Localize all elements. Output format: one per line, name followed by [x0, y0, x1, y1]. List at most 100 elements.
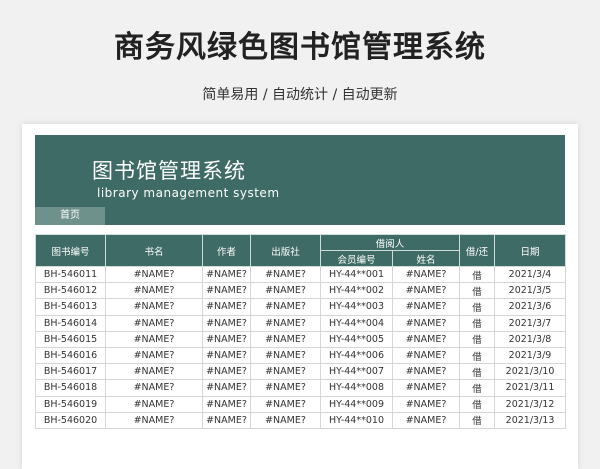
cell-name[interactable]: #NAME?: [391, 265, 461, 284]
cell-author[interactable]: #NAME?: [202, 265, 251, 284]
cell-member-no[interactable]: HY-44**004: [320, 314, 393, 332]
table-row[interactable]: BH-546020 #NAME? #NAME? #NAME? HY-44**010 #NA…: [35, 411, 567, 429]
cell-publisher[interactable]: #NAME?: [250, 363, 321, 381]
table-row[interactable]: BH-546013 #NAME? #NAME? #NAME? HY-44**003 #NA…: [35, 298, 567, 316]
cell-name[interactable]: #NAME?: [391, 314, 461, 332]
cell-date[interactable]: 2021/3/8: [494, 330, 567, 348]
cell-borrow-return[interactable]: 借: [459, 363, 496, 381]
home-tab[interactable]: 首页: [35, 207, 105, 225]
cell-book-no[interactable]: BH-546019: [35, 395, 106, 413]
cell-publisher[interactable]: #NAME?: [250, 265, 321, 284]
header-borrow-return: 借/还: [459, 234, 496, 267]
cell-book-no[interactable]: BH-546018: [35, 379, 106, 397]
cell-author[interactable]: #NAME?: [202, 314, 251, 332]
cell-borrow-return[interactable]: 借: [459, 379, 496, 397]
cell-borrow-return[interactable]: 借: [459, 298, 496, 316]
cell-author[interactable]: #NAME?: [202, 282, 251, 300]
cell-title[interactable]: #NAME?: [105, 314, 203, 332]
cell-title[interactable]: #NAME?: [105, 282, 203, 300]
cell-title[interactable]: #NAME?: [105, 330, 203, 348]
cell-date[interactable]: 2021/3/12: [494, 395, 567, 413]
cell-date[interactable]: 2021/3/7: [494, 314, 567, 332]
table-header-row: 图书编号 书名 作者 出版社 借阅人 借/还 日期: [35, 234, 567, 267]
table-row[interactable]: BH-546017 #NAME? #NAME? #NAME? HY-44**007 #NA…: [35, 363, 567, 381]
cell-author[interactable]: #NAME?: [202, 379, 251, 397]
header-author: 作者: [202, 234, 251, 267]
cell-book-no[interactable]: BH-546017: [35, 363, 106, 381]
cell-name[interactable]: #NAME?: [391, 330, 461, 348]
cell-date[interactable]: 2021/3/5: [494, 282, 567, 300]
cell-borrow-return[interactable]: 借: [459, 330, 496, 348]
cell-book-no[interactable]: BH-546015: [35, 330, 106, 348]
cell-author[interactable]: #NAME?: [202, 346, 251, 365]
cell-date[interactable]: 2021/3/13: [494, 411, 567, 429]
cell-member-no[interactable]: HY-44**001: [320, 265, 393, 284]
cell-book-no[interactable]: BH-546016: [35, 346, 106, 365]
cell-title[interactable]: #NAME?: [105, 265, 203, 284]
cell-member-no[interactable]: HY-44**003: [320, 298, 393, 316]
cell-borrow-return[interactable]: 借: [459, 346, 496, 365]
cell-title[interactable]: #NAME?: [105, 379, 203, 397]
cell-borrow-return[interactable]: 借: [459, 411, 496, 429]
cell-author[interactable]: #NAME?: [202, 411, 251, 429]
cell-title[interactable]: #NAME?: [105, 298, 203, 316]
cell-date[interactable]: 2021/3/11: [494, 379, 567, 397]
cell-member-no[interactable]: HY-44**006: [320, 346, 393, 365]
cell-name[interactable]: #NAME?: [391, 363, 461, 381]
cell-publisher[interactable]: #NAME?: [250, 298, 321, 316]
cell-title[interactable]: #NAME?: [105, 395, 203, 413]
cell-name[interactable]: #NAME?: [391, 346, 461, 365]
cell-date[interactable]: 2021/3/10: [494, 363, 567, 381]
spreadsheet-sheet: 图书馆管理系统 library management system 首页 图书编…: [22, 124, 578, 469]
cell-book-no[interactable]: BH-546013: [35, 298, 106, 316]
page-subtitle: 简单易用 / 自动统计 / 自动更新: [202, 87, 398, 103]
cell-borrow-return[interactable]: 借: [459, 314, 496, 332]
cell-title[interactable]: #NAME?: [105, 363, 203, 381]
cell-borrow-return[interactable]: 借: [459, 282, 496, 300]
cell-member-no[interactable]: HY-44**007: [320, 363, 393, 381]
cell-title[interactable]: #NAME?: [105, 411, 203, 429]
cell-author[interactable]: #NAME?: [202, 330, 251, 348]
cell-member-no[interactable]: HY-44**008: [320, 379, 393, 397]
cell-name[interactable]: #NAME?: [391, 379, 461, 397]
cell-publisher[interactable]: #NAME?: [250, 330, 321, 348]
table-row[interactable]: BH-546018 #NAME? #NAME? #NAME? HY-44**008 #NA…: [35, 379, 567, 397]
cell-author[interactable]: #NAME?: [202, 363, 251, 381]
header-name: 姓名: [391, 250, 461, 267]
cell-name[interactable]: #NAME?: [391, 395, 461, 413]
banner-subtitle: library management system: [97, 186, 280, 200]
cell-title[interactable]: #NAME?: [105, 346, 203, 365]
cell-book-no[interactable]: BH-546012: [35, 282, 106, 300]
table-row[interactable]: BH-546011 #NAME? #NAME? #NAME? HY-44**001 #NA…: [35, 265, 567, 284]
cell-name[interactable]: #NAME?: [391, 282, 461, 300]
cell-publisher[interactable]: #NAME?: [250, 379, 321, 397]
cell-member-no[interactable]: HY-44**005: [320, 330, 393, 348]
cell-borrow-return[interactable]: 借: [459, 265, 496, 284]
book-table: 图书编号 书名 作者 出版社 借阅人 借/还 日期 会员编号 姓名 BH-546…: [35, 234, 567, 429]
cell-date[interactable]: 2021/3/4: [494, 265, 567, 284]
cell-publisher[interactable]: #NAME?: [250, 282, 321, 300]
header-publisher: 出版社: [250, 234, 321, 267]
cell-publisher[interactable]: #NAME?: [250, 346, 321, 365]
table-row[interactable]: BH-546014 #NAME? #NAME? #NAME? HY-44**004 #NA…: [35, 314, 567, 332]
table-row[interactable]: BH-546019 #NAME? #NAME? #NAME? HY-44**009 #NA…: [35, 395, 567, 413]
table-row[interactable]: BH-546016 #NAME? #NAME? #NAME? HY-44**006 #NA…: [35, 346, 567, 365]
cell-name[interactable]: #NAME?: [391, 411, 461, 429]
cell-book-no[interactable]: BH-546020: [35, 411, 106, 429]
cell-name[interactable]: #NAME?: [391, 298, 461, 316]
cell-author[interactable]: #NAME?: [202, 298, 251, 316]
cell-book-no[interactable]: BH-546011: [35, 265, 106, 284]
cell-member-no[interactable]: HY-44**009: [320, 395, 393, 413]
cell-book-no[interactable]: BH-546014: [35, 314, 106, 332]
cell-date[interactable]: 2021/3/9: [494, 346, 567, 365]
cell-author[interactable]: #NAME?: [202, 395, 251, 413]
cell-date[interactable]: 2021/3/6: [494, 298, 567, 316]
table-row[interactable]: BH-546012 #NAME? #NAME? #NAME? HY-44**002 #NA…: [35, 282, 567, 300]
cell-member-no[interactable]: HY-44**010: [320, 411, 393, 429]
cell-publisher[interactable]: #NAME?: [250, 314, 321, 332]
cell-publisher[interactable]: #NAME?: [250, 411, 321, 429]
table-row[interactable]: BH-546015 #NAME? #NAME? #NAME? HY-44**005 #NA…: [35, 330, 567, 348]
cell-member-no[interactable]: HY-44**002: [320, 282, 393, 300]
cell-borrow-return[interactable]: 借: [459, 395, 496, 413]
cell-publisher[interactable]: #NAME?: [250, 395, 321, 413]
